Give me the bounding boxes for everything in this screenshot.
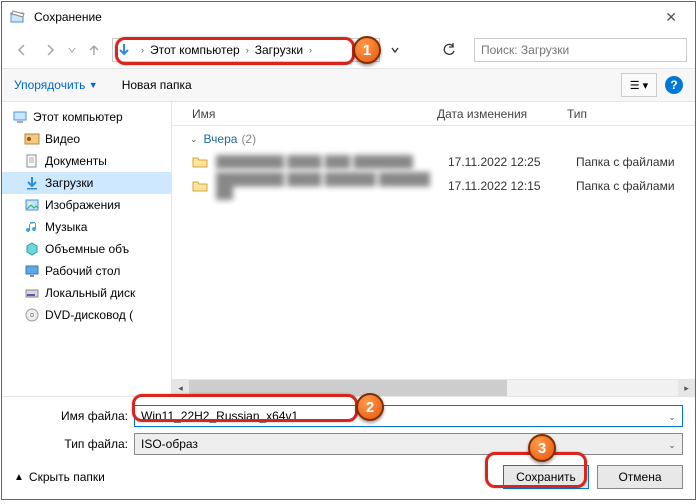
crumb-downloads[interactable]: Загрузки [253,43,305,57]
filename-value: Win11_22H2_Russian_x64v1 [141,409,298,423]
save-button[interactable]: Сохранить [503,465,589,489]
downloads-icon [24,175,40,191]
scroll-track[interactable] [189,380,678,396]
folder-icon [192,154,208,170]
bottom-panel: Имя файла: Win11_22H2_Russian_x64v1 ⌄ Ти… [2,396,695,499]
tree-documents[interactable]: Документы [2,150,171,172]
chevron-right-icon: › [305,45,316,55]
crumb-this-pc[interactable]: Этот компьютер [148,43,242,57]
col-type[interactable]: Тип [567,107,695,121]
scroll-right-icon[interactable]: ▸ [678,380,695,396]
up-button[interactable] [82,38,106,62]
horizontal-scrollbar[interactable]: ◂ ▸ [172,379,695,396]
tree-this-pc[interactable]: Этот компьютер [2,106,171,128]
nav-tree[interactable]: Этот компьютер Видео Документы Загрузки … [2,102,172,396]
chevron-down-icon[interactable]: ⌄ [664,409,680,425]
group-header[interactable]: ⌄ Вчера (2) [172,126,695,150]
tree-3dobjects[interactable]: Объемные объ [2,238,171,260]
file-type: Папка с файлами [576,155,675,169]
chevron-right-icon: › [137,45,148,55]
dvd-icon [24,307,40,323]
desktop-icon [24,263,40,279]
search-input[interactable] [474,38,687,62]
navbar: › Этот компьютер › Загрузки › [2,32,695,68]
close-icon[interactable]: ✕ [655,7,687,28]
col-date[interactable]: Дата изменения [437,107,567,121]
help-button[interactable]: ? [665,76,683,94]
disk-icon [24,285,40,301]
body: Этот компьютер Видео Документы Загрузки … [2,102,695,396]
organize-menu[interactable]: Упорядочить ▼ [14,78,98,92]
scroll-thumb[interactable] [189,380,507,396]
filetype-label: Тип файла: [14,437,134,451]
titlebar: Сохранение ✕ [2,2,695,32]
filetype-select[interactable]: ISO-образ ⌄ [134,433,683,455]
forward-button[interactable] [38,38,62,62]
view-options-button[interactable]: ☰ ▾ [621,73,657,97]
video-icon [24,131,40,147]
pc-icon [12,109,28,125]
breadcrumb[interactable]: › Этот компьютер › Загрузки › [112,38,380,62]
tree-dvd[interactable]: DVD-дисковод ( [2,304,171,326]
file-date: 17.11.2022 12:15 [448,179,576,193]
documents-icon [24,153,40,169]
back-button[interactable] [10,38,34,62]
tree-pictures[interactable]: Изображения [2,194,171,216]
list-item[interactable]: ████████ ████ ██████ ██████ ██ 17.11.202… [172,174,695,198]
scroll-left-icon[interactable]: ◂ [172,380,189,396]
column-headers[interactable]: Имя Дата изменения Тип [172,102,695,126]
filename-input[interactable]: Win11_22H2_Russian_x64v1 ⌄ [134,405,683,427]
tree-music[interactable]: Музыка [2,216,171,238]
music-icon [24,219,40,235]
window-title: Сохранение [34,10,655,24]
refresh-button[interactable] [436,38,462,62]
down-arrow-icon [116,42,132,58]
history-dropdown-icon[interactable] [66,38,78,62]
col-name[interactable]: Имя [192,107,437,121]
tree-downloads[interactable]: Загрузки [2,172,171,194]
new-folder-button[interactable]: Новая папка [122,78,192,92]
chevron-right-icon: › [242,45,253,55]
tree-videos[interactable]: Видео [2,128,171,150]
path-dropdown-icon[interactable] [388,38,402,62]
pictures-icon [24,197,40,213]
list-item[interactable]: ████████ ████ ███ ███████ 17.11.2022 12:… [172,150,695,174]
search-field[interactable] [481,43,680,57]
toolbar: Упорядочить ▼ Новая папка ☰ ▾ ? [2,68,695,102]
filetype-value: ISO-образ [141,437,198,451]
file-type: Папка с файлами [576,179,675,193]
file-name: ████████ ████ ███ ███████ [216,155,448,169]
cancel-button[interactable]: Отмена [597,465,683,489]
file-date: 17.11.2022 12:25 [448,155,576,169]
file-list: Имя Дата изменения Тип ⌄ Вчера (2) █████… [172,102,695,396]
cube-icon [24,241,40,257]
filename-label: Имя файла: [14,409,134,423]
hide-folders-toggle[interactable]: ▲Скрыть папки [14,470,105,484]
app-icon [10,9,26,25]
folder-icon [192,178,208,194]
list-body[interactable]: ⌄ Вчера (2) ████████ ████ ███ ███████ 17… [172,126,695,379]
chevron-down-icon[interactable]: ⌄ [664,437,680,453]
tree-desktop[interactable]: Рабочий стол [2,260,171,282]
file-name: ████████ ████ ██████ ██████ ██ [216,172,448,200]
tree-localdisk[interactable]: Локальный диск [2,282,171,304]
